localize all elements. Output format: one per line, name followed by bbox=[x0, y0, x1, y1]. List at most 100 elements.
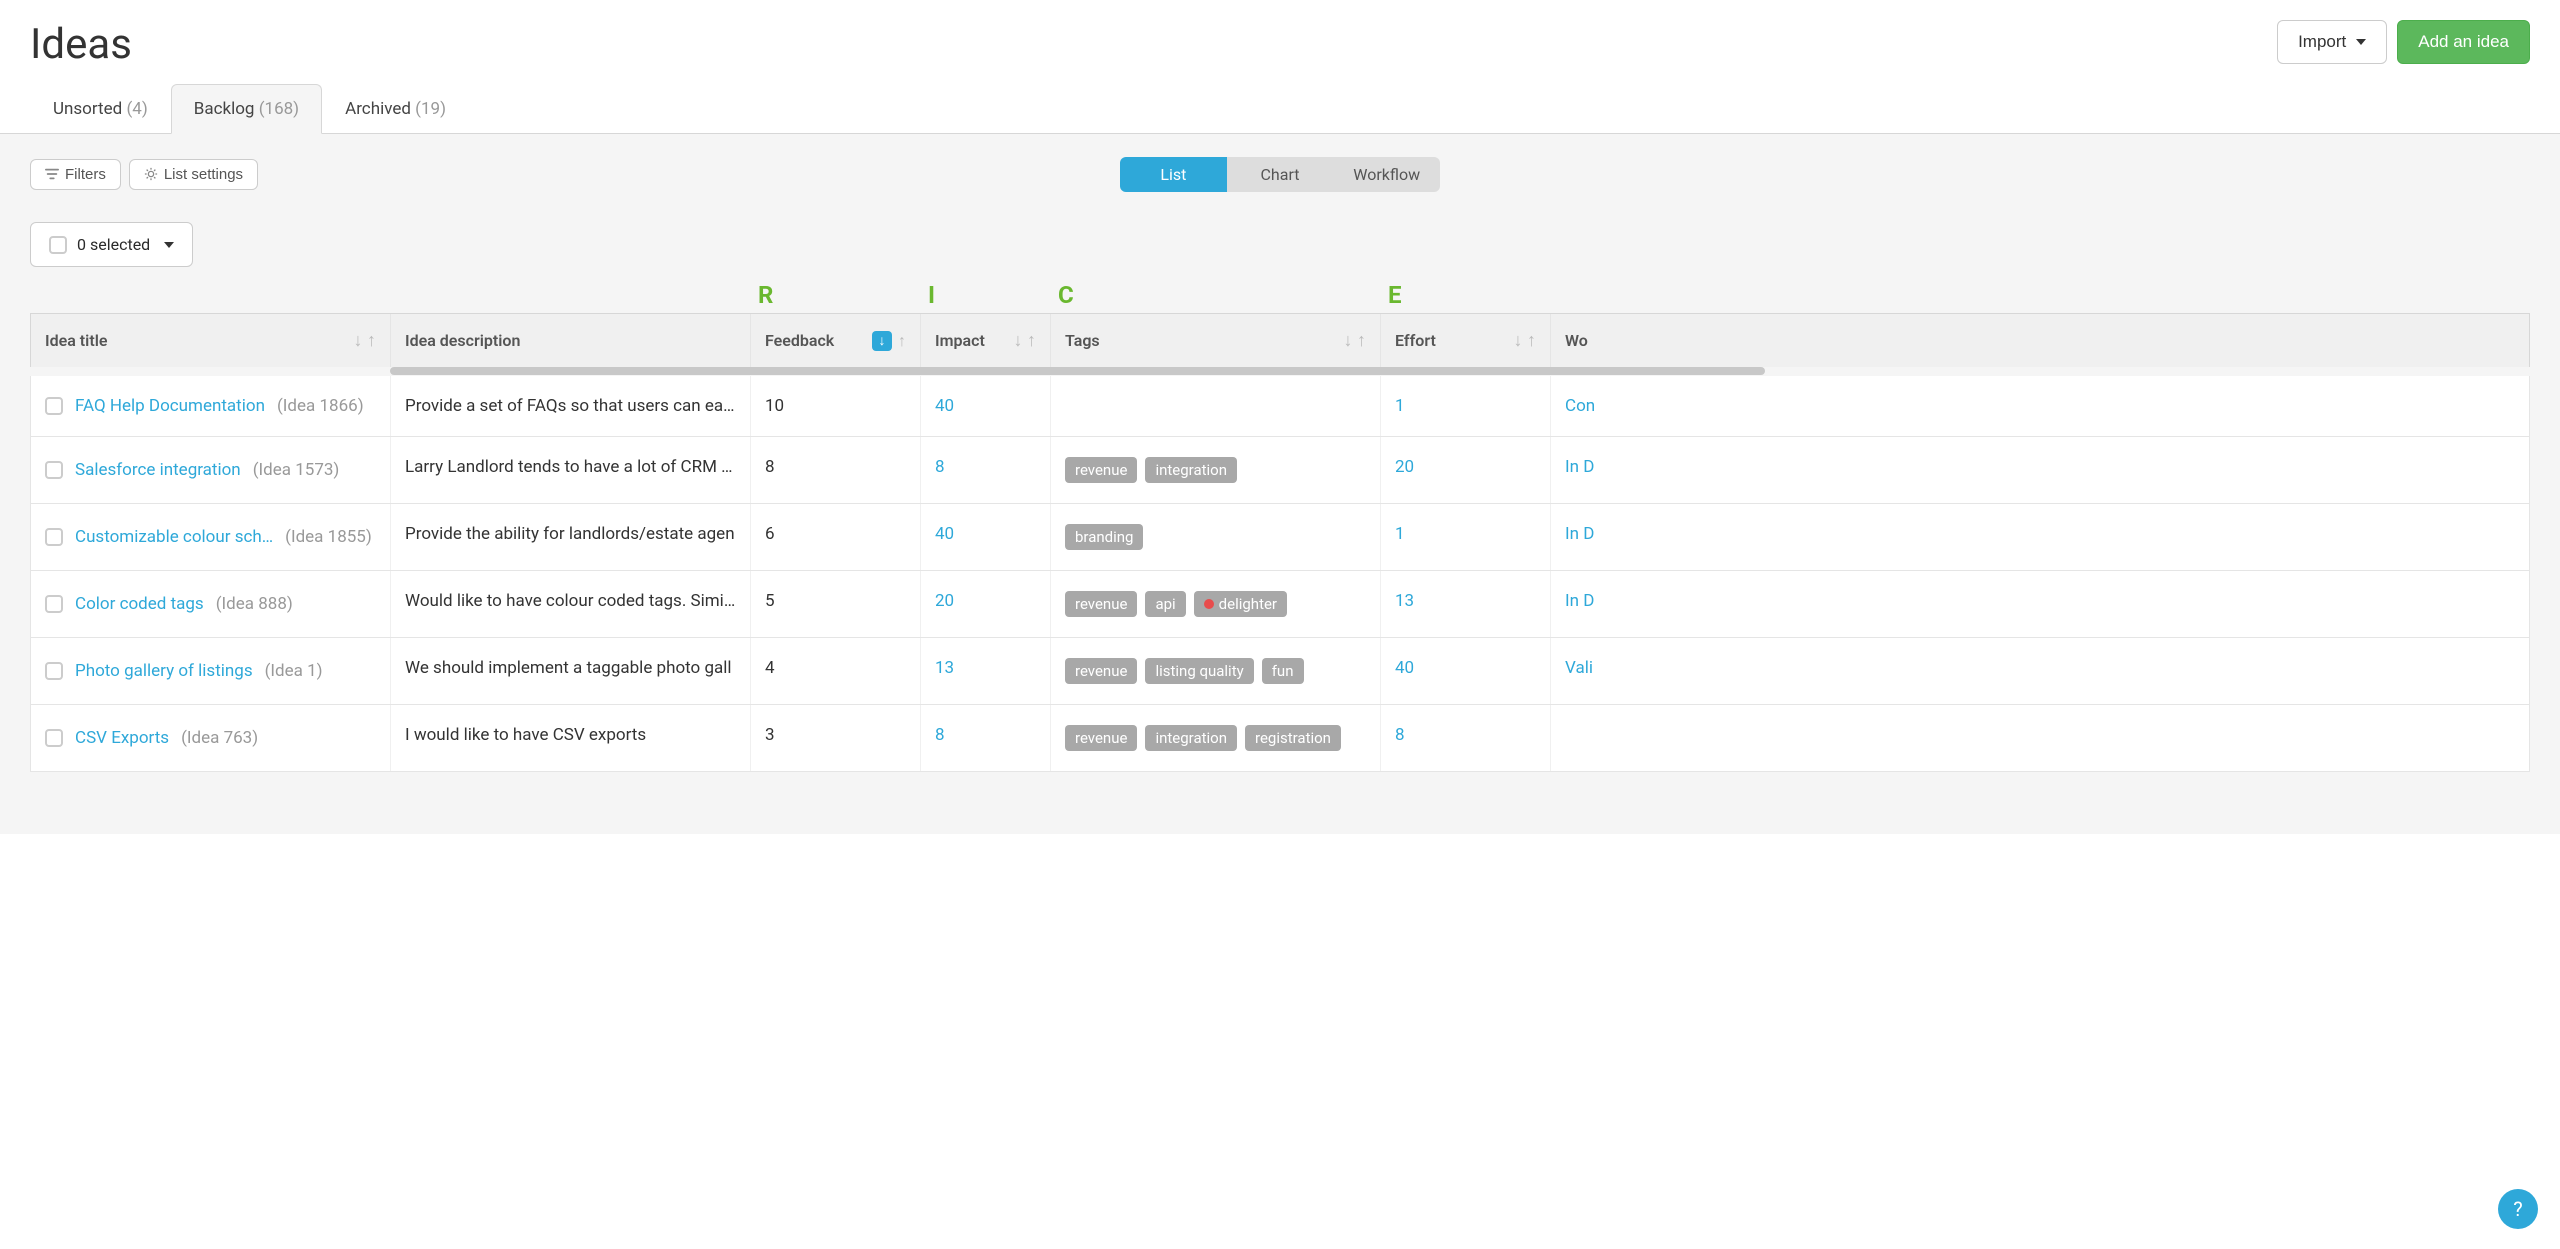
select-all-checkbox[interactable] bbox=[49, 236, 67, 254]
cell-effort[interactable]: 1 bbox=[1381, 504, 1551, 570]
idea-title-link[interactable]: FAQ Help Documentation bbox=[75, 396, 265, 416]
cell-impact[interactable]: 20 bbox=[921, 571, 1051, 637]
horizontal-scrollbar[interactable] bbox=[390, 367, 1765, 375]
tag[interactable]: branding bbox=[1065, 524, 1143, 550]
tag[interactable]: fun bbox=[1262, 658, 1304, 684]
col-workflow[interactable]: Wo bbox=[1551, 314, 1671, 367]
col-tags[interactable]: Tags ↓ ↑ bbox=[1051, 314, 1381, 367]
tag[interactable]: revenue bbox=[1065, 658, 1137, 684]
sort-arrows-icon[interactable]: ↓ ↑ bbox=[1344, 330, 1366, 351]
col-tags-label: Tags bbox=[1065, 331, 1100, 350]
table-row[interactable]: CSV Exports(Idea 763)I would like to hav… bbox=[30, 705, 2530, 772]
col-workflow-label: Wo bbox=[1565, 331, 1588, 350]
cell-feedback: 10 bbox=[751, 376, 921, 436]
help-button[interactable]: ? bbox=[2498, 1189, 2538, 1229]
col-effort-label: Effort bbox=[1395, 331, 1436, 350]
cell-impact[interactable]: 8 bbox=[921, 437, 1051, 503]
tag[interactable]: integration bbox=[1145, 457, 1237, 483]
cell-title: FAQ Help Documentation(Idea 1866) bbox=[31, 376, 391, 436]
cell-description: Would like to have colour coded tags. Si… bbox=[391, 571, 751, 637]
col-impact-label: Impact bbox=[935, 331, 985, 350]
table-row[interactable]: Color coded tags(Idea 888)Would like to … bbox=[30, 571, 2530, 638]
tag[interactable]: integration bbox=[1145, 725, 1237, 751]
tab-unsorted-label: Unsorted bbox=[53, 99, 122, 119]
cell-workflow[interactable]: In D bbox=[1551, 437, 1671, 503]
tag[interactable]: revenue bbox=[1065, 457, 1137, 483]
cell-workflow[interactable]: In D bbox=[1551, 504, 1671, 570]
tag[interactable]: registration bbox=[1245, 725, 1341, 751]
cell-effort[interactable]: 40 bbox=[1381, 638, 1551, 704]
col-feedback[interactable]: Feedback ↓ ↑ bbox=[751, 314, 921, 367]
row-checkbox[interactable] bbox=[45, 595, 63, 613]
cell-workflow[interactable] bbox=[1551, 705, 1671, 771]
import-button[interactable]: Import bbox=[2277, 20, 2387, 64]
select-all-pill[interactable]: 0 selected bbox=[30, 222, 193, 267]
tag-label: revenue bbox=[1075, 729, 1127, 747]
tab-unsorted[interactable]: Unsorted (4) bbox=[30, 84, 171, 134]
col-impact[interactable]: Impact ↓ ↑ bbox=[921, 314, 1051, 367]
import-label: Import bbox=[2298, 32, 2346, 52]
cell-impact[interactable]: 8 bbox=[921, 705, 1051, 771]
cell-workflow[interactable]: Con bbox=[1551, 376, 1671, 436]
cell-effort[interactable]: 13 bbox=[1381, 571, 1551, 637]
row-checkbox[interactable] bbox=[45, 729, 63, 747]
row-checkbox[interactable] bbox=[45, 461, 63, 479]
col-effort[interactable]: Effort ↓ ↑ bbox=[1381, 314, 1551, 367]
tag[interactable]: delighter bbox=[1194, 591, 1287, 617]
cell-impact[interactable]: 13 bbox=[921, 638, 1051, 704]
cell-impact[interactable]: 40 bbox=[921, 376, 1051, 436]
tag-label: api bbox=[1155, 595, 1175, 613]
cell-feedback: 3 bbox=[751, 705, 921, 771]
cell-tags: branding bbox=[1051, 504, 1381, 570]
idea-id: (Idea 1573) bbox=[253, 460, 340, 480]
filters-label: Filters bbox=[65, 166, 106, 183]
tab-archived[interactable]: Archived (19) bbox=[322, 84, 469, 134]
tag-label: integration bbox=[1155, 729, 1227, 747]
tab-backlog[interactable]: Backlog (168) bbox=[171, 84, 322, 134]
table-row[interactable]: Photo gallery of listings(Idea 1)We shou… bbox=[30, 638, 2530, 705]
cell-workflow[interactable]: Vali bbox=[1551, 638, 1671, 704]
add-idea-button[interactable]: Add an idea bbox=[2397, 20, 2530, 64]
idea-title-link[interactable]: Photo gallery of listings bbox=[75, 661, 253, 681]
view-chart[interactable]: Chart bbox=[1227, 157, 1334, 192]
tag-label: revenue bbox=[1075, 595, 1127, 613]
cell-impact[interactable]: 40 bbox=[921, 504, 1051, 570]
idea-title-link[interactable]: Salesforce integration bbox=[75, 460, 241, 480]
idea-title-link[interactable]: Color coded tags bbox=[75, 594, 204, 614]
row-checkbox[interactable] bbox=[45, 662, 63, 680]
idea-title-link[interactable]: CSV Exports bbox=[75, 728, 169, 748]
cell-effort[interactable]: 8 bbox=[1381, 705, 1551, 771]
view-workflow[interactable]: Workflow bbox=[1333, 157, 1440, 192]
tag[interactable]: revenue bbox=[1065, 591, 1137, 617]
table-row[interactable]: FAQ Help Documentation(Idea 1866)Provide… bbox=[30, 376, 2530, 437]
row-checkbox[interactable] bbox=[45, 397, 63, 415]
cell-tags: revenue api delighter bbox=[1051, 571, 1381, 637]
col-description[interactable]: Idea description bbox=[391, 314, 751, 367]
row-checkbox[interactable] bbox=[45, 528, 63, 546]
tag[interactable]: listing quality bbox=[1145, 658, 1253, 684]
tab-archived-label: Archived bbox=[345, 99, 411, 119]
cell-description: Provide a set of FAQs so that users can … bbox=[391, 376, 751, 436]
tag-label: fun bbox=[1272, 662, 1294, 680]
table-row[interactable]: Salesforce integration(Idea 1573)Larry L… bbox=[30, 437, 2530, 504]
col-idea-title[interactable]: Idea title ↓ ↑ bbox=[31, 314, 391, 367]
cell-effort[interactable]: 1 bbox=[1381, 376, 1551, 436]
filters-button[interactable]: Filters bbox=[30, 159, 121, 190]
sort-active-desc-icon[interactable]: ↓ bbox=[872, 331, 892, 351]
cell-workflow[interactable]: In D bbox=[1551, 571, 1671, 637]
table-row[interactable]: Customizable colour sch…(Idea 1855)Provi… bbox=[30, 504, 2530, 571]
list-settings-label: List settings bbox=[164, 166, 243, 183]
tag[interactable]: api bbox=[1145, 591, 1185, 617]
sort-arrows-icon[interactable]: ↓ ↑ bbox=[1514, 330, 1536, 351]
list-settings-button[interactable]: List settings bbox=[129, 159, 258, 190]
idea-title-link[interactable]: Customizable colour sch… bbox=[75, 527, 273, 547]
sort-asc-icon[interactable]: ↑ bbox=[898, 331, 906, 351]
tag[interactable]: revenue bbox=[1065, 725, 1137, 751]
sort-arrows-icon[interactable]: ↓ ↑ bbox=[354, 330, 376, 351]
cell-feedback: 8 bbox=[751, 437, 921, 503]
cell-effort[interactable]: 20 bbox=[1381, 437, 1551, 503]
view-list[interactable]: List bbox=[1120, 157, 1227, 192]
cell-description: We should implement a taggable photo gal… bbox=[391, 638, 751, 704]
sort-arrows-icon[interactable]: ↓ ↑ bbox=[1014, 330, 1036, 351]
cell-title: CSV Exports(Idea 763) bbox=[31, 705, 391, 771]
